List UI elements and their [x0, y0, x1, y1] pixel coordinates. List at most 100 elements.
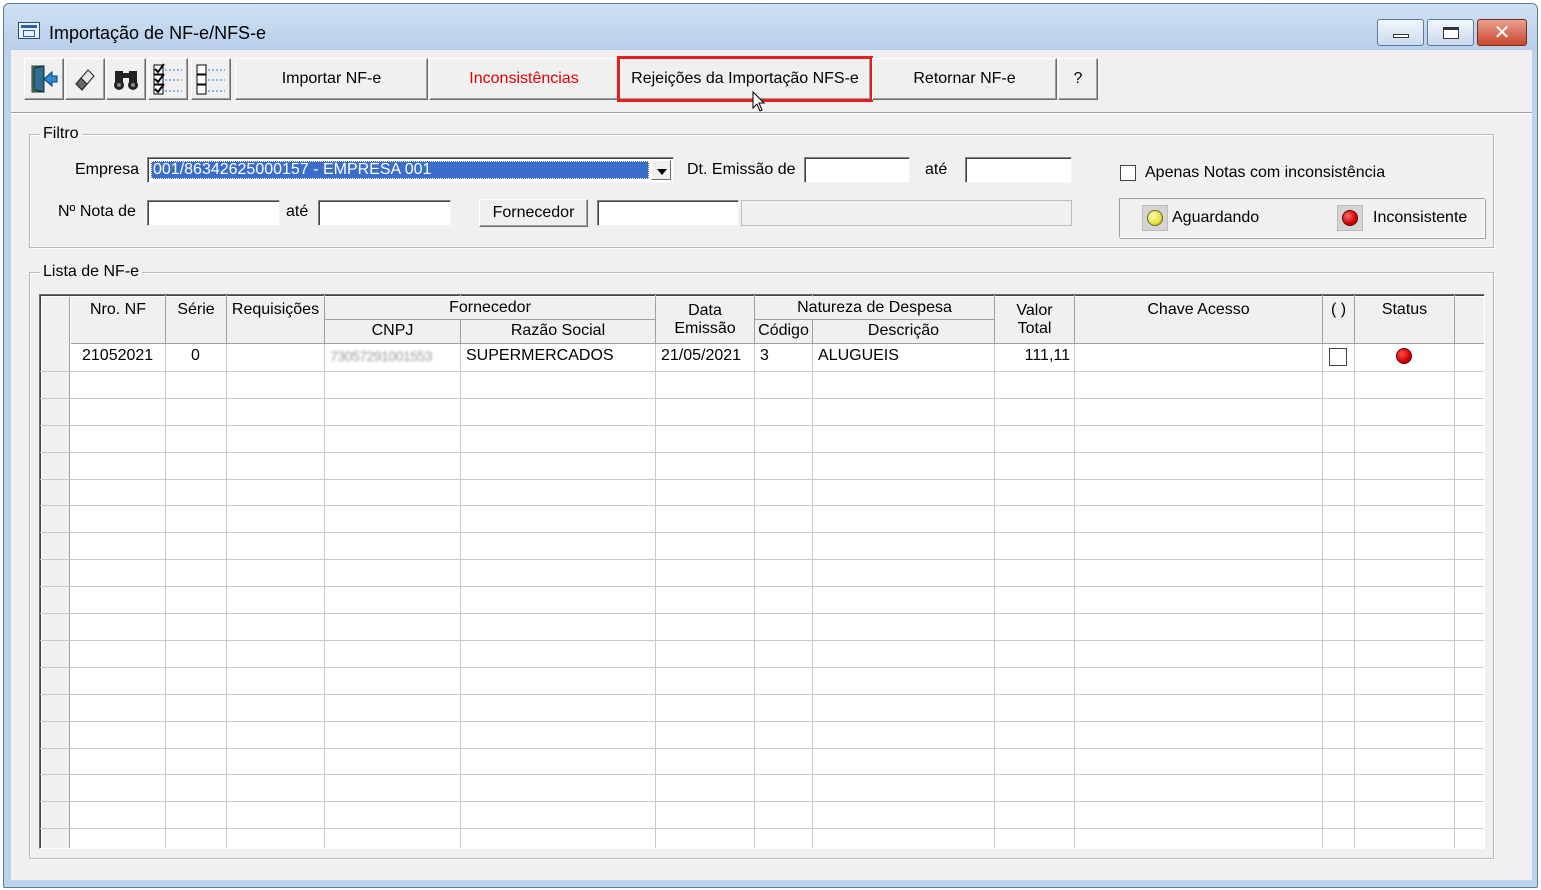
grid-row-line	[40, 613, 1484, 614]
aguardando-indicator	[1142, 205, 1168, 231]
cell-razao-social[interactable]: SUPERMERCADOS	[466, 345, 614, 367]
grid-line	[754, 295, 755, 848]
maximize-icon	[1443, 27, 1459, 39]
importar-nfe-button[interactable]: Importar NF-e	[235, 58, 428, 100]
cell-descricao[interactable]: ALUGUEIS	[818, 345, 899, 367]
grid-line	[226, 295, 227, 848]
grid-row-line	[40, 693, 1484, 695]
uncheck-all-button[interactable]	[191, 58, 231, 100]
header-nro-nf[interactable]: Nro. NF	[71, 297, 166, 344]
grid-row-line	[40, 801, 1484, 803]
uncheck-all-icon	[196, 64, 225, 95]
header-fornecedor: Fornecedor	[325, 297, 656, 320]
header-data-line2: Emissão	[674, 320, 736, 337]
grid-row-line	[40, 397, 1484, 399]
retornar-nfe-button[interactable]: Retornar NF-e	[872, 58, 1057, 100]
header-data-line1: Data	[688, 302, 722, 319]
header-status[interactable]: Status	[1355, 297, 1455, 344]
inconsistente-indicator	[1337, 205, 1363, 231]
inconsistencias-button[interactable]: Inconsistências	[429, 58, 619, 100]
exit-button[interactable]	[24, 58, 64, 100]
title-bar: Importação de NF-e/NFS-e ✕	[4, 4, 1537, 50]
maximize-button[interactable]	[1427, 19, 1474, 46]
header-valor-line2: Total	[1017, 320, 1052, 337]
fornecedor-name-field	[741, 200, 1072, 226]
grid-row-line	[40, 639, 1484, 641]
lista-legend: Lista de NF-e	[40, 263, 143, 281]
grid-line	[812, 295, 813, 848]
grid-row-line	[40, 370, 1484, 372]
aguardando-label: Aguardando	[1172, 209, 1260, 226]
app-icon	[18, 22, 40, 39]
header-descricao[interactable]: Descrição	[813, 320, 995, 344]
header-natureza-despesa: Natureza de Despesa	[755, 297, 995, 320]
empresa-select[interactable]: 001/86342625000157 - EMPRESA 001	[147, 157, 674, 183]
header-check[interactable]: ( )	[1323, 297, 1355, 344]
cell-cnpj[interactable]: 73057291001553	[330, 345, 433, 367]
row-select-checkbox[interactable]	[1329, 348, 1347, 366]
grid-row-line	[40, 478, 1484, 480]
header-chave-acesso[interactable]: Chave Acesso	[1075, 297, 1323, 344]
check-all-button[interactable]	[148, 58, 188, 100]
dt-emissao-ate-input[interactable]	[965, 157, 1072, 183]
empresa-label: Empresa	[75, 161, 140, 178]
nota-ate-input[interactable]	[318, 200, 451, 226]
close-button[interactable]: ✕	[1477, 19, 1527, 46]
header-serie[interactable]: Série	[166, 297, 227, 344]
minimize-icon	[1393, 34, 1409, 38]
cell-serie[interactable]: 0	[191, 345, 200, 367]
cell-data-emissao[interactable]: 21/05/2021	[661, 345, 741, 367]
grid-row-line	[40, 451, 1484, 453]
header-razao-social[interactable]: Razão Social	[461, 320, 656, 344]
dt-emissao-label: Dt. Emissão de	[687, 161, 796, 178]
rejeicoes-importacao-button[interactable]: Rejeições da Importação NFS-e	[617, 56, 873, 102]
grid-line	[1074, 295, 1075, 848]
dt-emissao-de-input[interactable]	[804, 157, 910, 183]
eraser-button[interactable]	[65, 58, 105, 100]
status-red-dot-icon	[1396, 348, 1412, 364]
yellow-dot-icon	[1147, 210, 1163, 226]
grid-line	[1322, 295, 1323, 848]
apenas-inconsistencia-checkbox[interactable]	[1120, 165, 1136, 181]
grid-row-line	[40, 747, 1484, 749]
check-all-icon	[153, 63, 182, 95]
header-cnpj[interactable]: CNPJ	[325, 320, 461, 344]
grid-line	[460, 295, 461, 848]
apenas-inconsistencia-label: Apenas Notas com inconsistência	[1145, 164, 1386, 181]
cell-nro-nf[interactable]: 21052021	[82, 345, 153, 367]
grid-row-line	[40, 828, 1484, 830]
row-indicator-column	[42, 297, 70, 848]
nota-de-label: Nº Nota de	[58, 203, 136, 220]
grid-row-line	[40, 532, 1484, 534]
fornecedor-code-input[interactable]	[597, 200, 739, 226]
search-button[interactable]	[106, 58, 146, 100]
grid-row-line	[40, 505, 1484, 507]
grid-row-line	[40, 720, 1484, 722]
empresa-selected-value: 001/86342625000157 - EMPRESA 001	[151, 161, 649, 179]
ate-label-1: até	[925, 161, 948, 178]
header-codigo[interactable]: Código	[755, 320, 813, 344]
help-button[interactable]: ?	[1058, 58, 1098, 100]
grid-line	[1354, 295, 1355, 848]
red-dot-icon	[1342, 210, 1358, 226]
grid-row-line	[40, 586, 1484, 588]
grid-line	[324, 295, 325, 848]
cell-codigo[interactable]: 3	[760, 345, 769, 367]
grid-line	[1454, 295, 1455, 848]
minimize-button[interactable]	[1377, 19, 1424, 46]
nfe-grid[interactable]: Nro. NF Série Requisições Fornecedor CNP…	[39, 294, 1485, 849]
header-filler	[1455, 297, 1484, 344]
filtro-legend: Filtro	[40, 125, 82, 143]
nota-de-input[interactable]	[147, 200, 280, 226]
grid-row-line	[40, 774, 1484, 776]
close-icon: ✕	[1493, 20, 1511, 44]
fornecedor-button[interactable]: Fornecedor	[479, 199, 588, 227]
header-valor-total[interactable]: Valor Total	[995, 297, 1075, 344]
cell-valor-total[interactable]: 111,11	[995, 345, 1070, 367]
binoculars-icon	[114, 71, 138, 90]
grid-row-line	[40, 424, 1484, 426]
grid-row-line	[40, 666, 1484, 668]
chevron-down-icon[interactable]	[651, 160, 671, 180]
header-requisicoes[interactable]: Requisições	[227, 297, 325, 344]
header-data-emissao[interactable]: Data Emissão	[656, 297, 755, 344]
